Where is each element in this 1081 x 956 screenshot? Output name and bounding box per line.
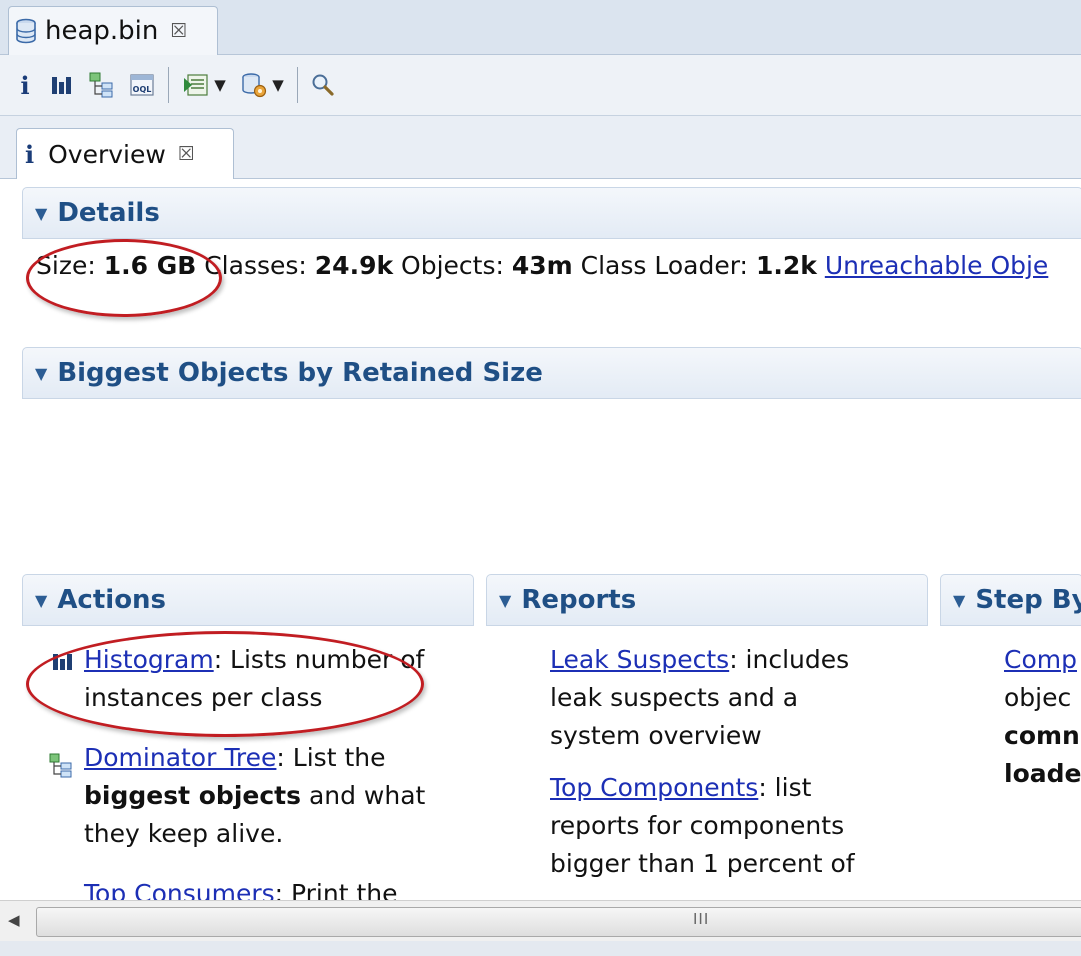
step-by-step-link[interactable]: Comp xyxy=(1004,645,1077,674)
search-icon xyxy=(312,74,334,96)
grip-icon: III xyxy=(693,910,710,928)
editor-tab-label: heap.bin xyxy=(45,16,159,46)
class-loader-value: 1.2k xyxy=(755,251,817,280)
toolbar-separator xyxy=(168,67,169,103)
info-icon: i xyxy=(25,139,35,169)
dominator-tree-icon xyxy=(89,72,113,98)
class-loader-label: Class Loader: xyxy=(572,251,756,280)
size-highlight-ellipse xyxy=(26,239,222,317)
close-icon[interactable]: ☒ xyxy=(178,143,195,165)
top-components-link[interactable]: Top Components xyxy=(550,773,758,802)
step-by-step-title: Step By xyxy=(975,585,1081,615)
dominator-tree-action: Dominator Tree: List the biggest objects… xyxy=(84,739,444,853)
reports-section-header[interactable]: ▼ Reports xyxy=(486,574,928,626)
collapse-triangle-icon[interactable]: ▼ xyxy=(953,591,965,610)
dominator-tree-icon xyxy=(49,753,72,778)
step-by-step-line: comn xyxy=(1004,721,1080,750)
step-by-step-list: Comp objec comn loade xyxy=(1004,641,1081,793)
collapse-triangle-icon[interactable]: ▼ xyxy=(499,591,511,610)
biggest-objects-title: Biggest Objects by Retained Size xyxy=(57,358,543,388)
horizontal-scrollbar[interactable]: ◀ III xyxy=(0,900,1081,941)
collapse-triangle-icon[interactable]: ▼ xyxy=(35,204,47,223)
toolbar-separator xyxy=(297,67,298,103)
reports-list: Leak Suspects: includes leak suspects an… xyxy=(550,641,890,897)
dominator-bold-text: biggest objects xyxy=(84,781,301,810)
info-icon: i xyxy=(20,70,30,100)
details-title: Details xyxy=(57,198,160,228)
biggest-objects-section-header[interactable]: ▼ Biggest Objects by Retained Size xyxy=(22,347,1081,399)
dominator-tree-button[interactable] xyxy=(82,65,122,105)
step-by-step-line: Comp xyxy=(1004,641,1081,679)
editor-toolbar: i OQL ▼ ▼ xyxy=(0,55,1081,116)
collapse-triangle-icon[interactable]: ▼ xyxy=(35,591,47,610)
histogram-button[interactable] xyxy=(42,65,82,105)
bottom-border xyxy=(0,941,1081,956)
query-browser-icon xyxy=(242,73,267,98)
leak-suspects-link[interactable]: Leak Suspects xyxy=(550,645,729,674)
svg-text:OQL: OQL xyxy=(133,85,152,94)
reports-title: Reports xyxy=(521,585,637,615)
scrollbar-thumb[interactable]: III xyxy=(36,907,1081,937)
run-report-dropdown[interactable]: ▼ xyxy=(175,65,233,105)
close-icon[interactable]: ☒ xyxy=(170,20,187,42)
tab-overview[interactable]: i Overview ☒ xyxy=(16,128,234,179)
overview-tab-label: Overview xyxy=(48,139,166,169)
step-by-step-line: objec xyxy=(1004,683,1072,712)
actions-title: Actions xyxy=(57,585,167,615)
info-button[interactable]: i xyxy=(8,65,42,105)
objects-label: Objects: xyxy=(393,251,512,280)
database-icon xyxy=(16,18,36,44)
overview-content: ▼ Details Size: 1.6 GB Classes: 24.9k Ob… xyxy=(0,179,1081,908)
query-browser-dropdown[interactable]: ▼ xyxy=(233,65,291,105)
objects-value: 43m xyxy=(511,251,573,280)
chevron-down-icon: ▼ xyxy=(214,76,226,94)
histogram-highlight-ellipse xyxy=(26,631,424,737)
dominator-description: : List the xyxy=(276,743,386,772)
chevron-down-icon: ▼ xyxy=(272,76,284,94)
search-button[interactable] xyxy=(304,65,342,105)
run-report-icon xyxy=(184,74,208,96)
details-section-header[interactable]: ▼ Details xyxy=(22,187,1081,239)
memory-analyzer-window: heap.bin ☒ i OQL ▼ ▼ i Overview ☒ ▼ Deta… xyxy=(0,0,1081,956)
editor-tab-heap-bin[interactable]: heap.bin ☒ xyxy=(8,6,218,55)
actions-section-header[interactable]: ▼ Actions xyxy=(22,574,474,626)
step-by-step-section-header[interactable]: ▼ Step By xyxy=(940,574,1081,626)
unreachable-objects-link[interactable]: Unreachable Obje xyxy=(825,251,1049,280)
histogram-icon xyxy=(52,77,71,94)
classes-value: 24.9k xyxy=(314,251,394,280)
oql-button[interactable]: OQL xyxy=(122,65,162,105)
leak-suspects-report: Leak Suspects: includes leak suspects an… xyxy=(550,641,890,755)
oql-icon: OQL xyxy=(130,74,154,96)
collapse-triangle-icon[interactable]: ▼ xyxy=(35,364,47,383)
dominator-tree-link[interactable]: Dominator Tree xyxy=(84,743,276,772)
top-components-report: Top Components: list reports for compone… xyxy=(550,769,890,883)
step-by-step-line: loade xyxy=(1004,759,1081,788)
scroll-left-arrow-icon[interactable]: ◀ xyxy=(8,911,20,929)
overview-tab-bar: i Overview ☒ xyxy=(0,116,1081,179)
editor-tab-bar: heap.bin ☒ xyxy=(0,0,1081,55)
